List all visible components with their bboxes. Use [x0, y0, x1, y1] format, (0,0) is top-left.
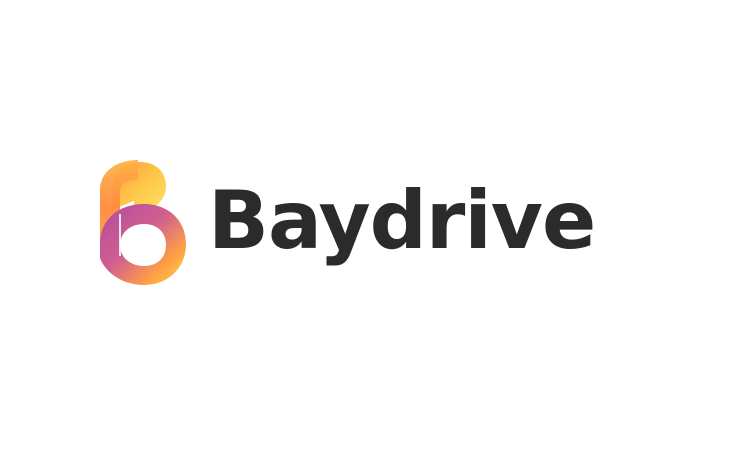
brand-logo: Baydrive: [98, 158, 596, 288]
letter-b-gradient-icon: [100, 160, 186, 285]
logo-canvas: Baydrive: [0, 0, 750, 450]
brand-wordmark: Baydrive: [208, 174, 596, 267]
